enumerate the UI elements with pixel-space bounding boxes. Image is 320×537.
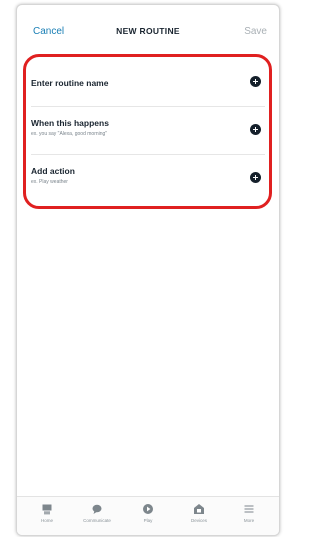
- row-label: When this happens: [31, 118, 109, 128]
- row-label: Enter routine name: [31, 78, 109, 88]
- nav-label: Communicate: [83, 518, 111, 523]
- chat-bubble-icon: [92, 504, 102, 514]
- save-button[interactable]: Save: [244, 26, 267, 37]
- devices-icon: [194, 504, 204, 514]
- phone-screen: Cancel NEW ROUTINE Save Enter routine na…: [16, 4, 280, 536]
- nav-play[interactable]: Play: [128, 503, 168, 523]
- trigger-row[interactable]: When this happens ex. you say "Alexa, go…: [31, 107, 265, 155]
- nav-more[interactable]: More: [229, 503, 269, 523]
- nav-label: Home: [40, 518, 53, 523]
- nav-communicate[interactable]: Communicate: [77, 503, 117, 523]
- action-row[interactable]: Add action ex. Play weather: [31, 155, 265, 202]
- home-icon: [42, 504, 52, 515]
- row-hint: ex. you say "Alexa, good morning": [31, 131, 108, 137]
- nav-label: Devices: [190, 518, 207, 523]
- bottom-nav: Home Communicate Play Devices More: [17, 496, 279, 535]
- add-icon[interactable]: [250, 172, 261, 183]
- top-bar: Cancel NEW ROUTINE Save: [17, 5, 279, 55]
- menu-icon: [244, 505, 254, 513]
- page-title: NEW ROUTINE: [116, 26, 180, 36]
- nav-devices[interactable]: Devices: [179, 503, 219, 523]
- nav-label: More: [243, 518, 255, 523]
- nav-home[interactable]: Home: [27, 503, 67, 523]
- add-icon[interactable]: [250, 124, 261, 135]
- nav-label: Play: [143, 518, 153, 523]
- row-hint: ex. Play weather: [31, 179, 68, 185]
- play-icon: [143, 504, 153, 514]
- row-label: Add action: [31, 166, 75, 176]
- add-icon[interactable]: [250, 76, 261, 87]
- routine-name-row[interactable]: Enter routine name: [31, 59, 265, 107]
- routine-settings-list: Enter routine name When this happens ex.…: [17, 59, 279, 202]
